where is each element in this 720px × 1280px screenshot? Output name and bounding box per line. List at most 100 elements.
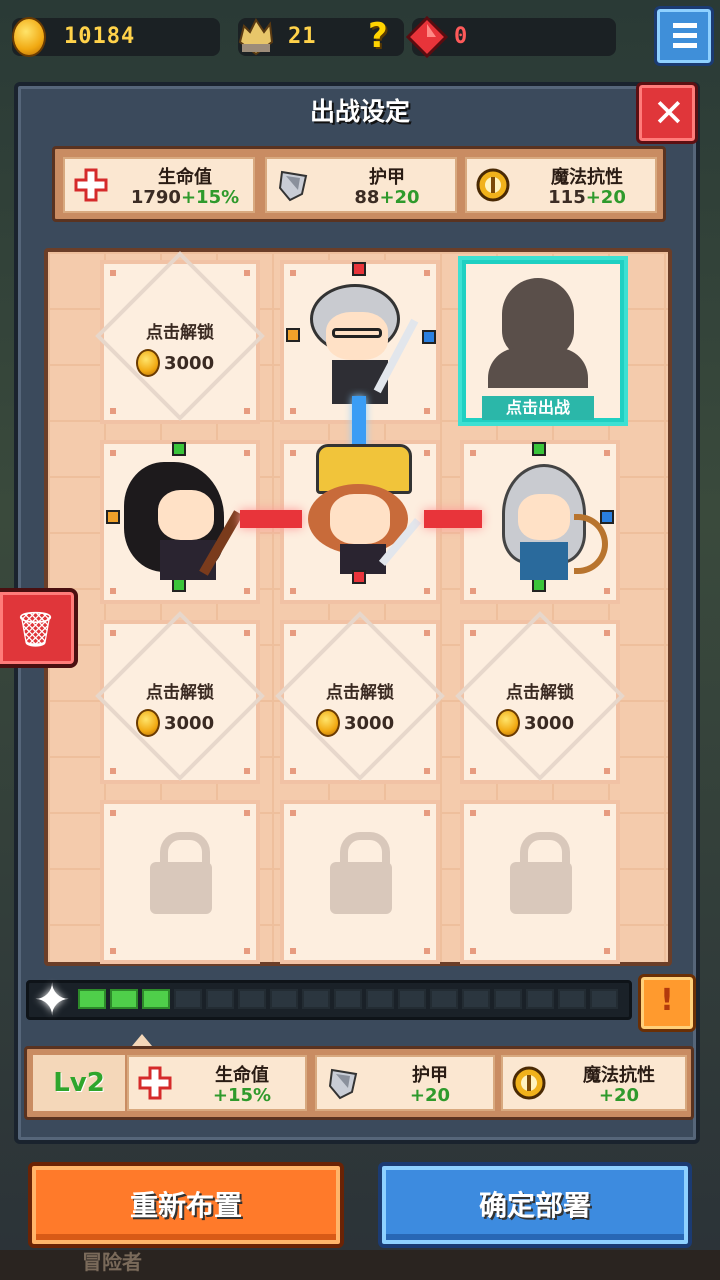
- reset-formation-button[interactable]: 重新布置: [28, 1162, 344, 1248]
- slot-deploy-r1c3[interactable]: 点击出战: [458, 256, 628, 426]
- bottom-nav-strip: 冒险者: [0, 1250, 720, 1280]
- progress-segment-empty: [494, 989, 522, 1009]
- health-cross-icon: [71, 165, 111, 205]
- unlock-cost: 3000: [136, 708, 214, 738]
- progress-segment-empty: [366, 989, 394, 1009]
- cell-dot: [110, 810, 116, 816]
- cell-dot: [470, 948, 476, 954]
- slot-locked-r3c3[interactable]: 点击解锁 3000: [455, 611, 625, 784]
- link-marker-red: [352, 262, 366, 276]
- stat-magic-base: 115: [548, 187, 586, 208]
- cell-dot: [244, 408, 250, 414]
- coin-icon: [12, 17, 46, 57]
- unlock-cost: 3000: [316, 708, 394, 738]
- slot-padlocked-r4c1: [100, 800, 260, 964]
- progress-segment-empty: [302, 989, 330, 1009]
- cell-dot: [290, 810, 296, 816]
- menu-icon-line: [673, 33, 697, 38]
- stat-armor: 护甲 88+20: [265, 157, 457, 213]
- lock-icon: [330, 832, 392, 914]
- stat-magic-bonus: +20: [585, 187, 626, 208]
- deploy-label: 点击出战: [482, 396, 594, 420]
- hero-dark-haired-girl[interactable]: [106, 442, 250, 592]
- progress-segment-filled: [78, 989, 106, 1009]
- menu-icon: [673, 23, 697, 28]
- coin-icon: [316, 709, 340, 737]
- link-beam-left: [240, 510, 302, 528]
- slot-locked-r3c2[interactable]: 点击解锁 3000: [275, 611, 445, 784]
- progress-segment-empty: [462, 989, 490, 1009]
- cell-dot: [424, 630, 430, 636]
- cell-dot: [244, 768, 250, 774]
- resource-bar: 10184 21 ? 0: [0, 0, 720, 76]
- slot-padlocked-r4c2: [280, 800, 440, 964]
- hero-body: [520, 542, 568, 580]
- level-label: Lv2: [33, 1055, 125, 1111]
- empty-hero-silhouette-body: [488, 348, 588, 388]
- progress-segment-empty: [206, 989, 234, 1009]
- coin-icon: [136, 349, 160, 377]
- cell-dot: [290, 588, 296, 594]
- level-bonus-health: 生命值 +15%: [127, 1055, 307, 1111]
- progress-segment-empty: [590, 989, 618, 1009]
- level-bonus-health-value: +15%: [212, 1085, 272, 1106]
- cell-dot: [110, 270, 116, 276]
- cell-dot: [604, 588, 610, 594]
- gem-icon: [405, 15, 449, 59]
- menu-button[interactable]: [654, 6, 714, 66]
- cell-dot: [290, 630, 296, 636]
- cell-dot: [110, 630, 116, 636]
- slot-locked-r1c1[interactable]: 点击解锁 3000: [95, 251, 265, 424]
- unlock-cost-value: 3000: [164, 352, 215, 374]
- bottom-nav-label: 冒险者: [82, 1250, 142, 1274]
- stat-health-label: 生命值: [158, 167, 212, 188]
- stat-magic-resist: 魔法抗性 115+20: [465, 157, 657, 213]
- cell-dot: [424, 408, 430, 414]
- slot-locked-r3c1[interactable]: 点击解锁 3000: [95, 611, 265, 784]
- cell-dot: [244, 630, 250, 636]
- cell-dot: [604, 810, 610, 816]
- question-icon[interactable]: ?: [368, 16, 388, 56]
- trash-button[interactable]: 🗑: [0, 588, 78, 668]
- unlock-cost: 3000: [496, 708, 574, 738]
- hero-gray-swordsman[interactable]: [286, 262, 436, 406]
- stat-armor-base: 88: [354, 187, 380, 208]
- close-button[interactable]: ✕: [636, 82, 698, 144]
- progress-segment-empty: [238, 989, 266, 1009]
- magic-resist-icon: [509, 1063, 549, 1103]
- hero-face: [158, 490, 214, 540]
- progress-segment-empty: [174, 989, 202, 1009]
- progress-segment-empty: [430, 989, 458, 1009]
- link-marker-green: [172, 578, 186, 592]
- cell-dot: [110, 588, 116, 594]
- level-bonus-magic-label: 魔法抗性: [583, 1065, 655, 1086]
- magic-resist-icon: [473, 165, 513, 205]
- hero-glasses: [332, 328, 382, 338]
- stat-magic-resist-value: 115+20: [517, 187, 657, 208]
- gold-amount: 10184: [64, 24, 136, 49]
- confirm-deploy-button[interactable]: 确定部署: [378, 1162, 692, 1248]
- hero-crowned-knight[interactable]: [300, 440, 430, 584]
- level-bonus-magic-resist: 魔法抗性 +20: [501, 1055, 687, 1111]
- cell-dot: [470, 768, 476, 774]
- warning-button[interactable]: !: [638, 974, 696, 1032]
- unlock-label: 点击解锁: [506, 683, 574, 703]
- trash-icon: 🗑: [14, 610, 58, 650]
- warning-icon: !: [660, 983, 674, 1018]
- cell-dot: [290, 408, 296, 414]
- cell-dot: [424, 588, 430, 594]
- stat-armor-bonus: +20: [379, 187, 420, 208]
- link-marker-orange: [286, 328, 300, 342]
- unlock-cost-value: 3000: [164, 712, 215, 734]
- cell-dot: [244, 948, 250, 954]
- cell-dot: [110, 450, 116, 456]
- level-bonus-armor: 护甲 +20: [315, 1055, 495, 1111]
- gem-amount: 0: [454, 24, 469, 49]
- unlock-cost-value: 3000: [524, 712, 575, 734]
- cell-dot: [470, 588, 476, 594]
- progress-segment-filled: [142, 989, 170, 1009]
- hero-face: [330, 494, 390, 544]
- link-marker-blue: [422, 330, 436, 344]
- hero-silver-archer[interactable]: [482, 442, 614, 592]
- menu-icon-line: [673, 43, 697, 48]
